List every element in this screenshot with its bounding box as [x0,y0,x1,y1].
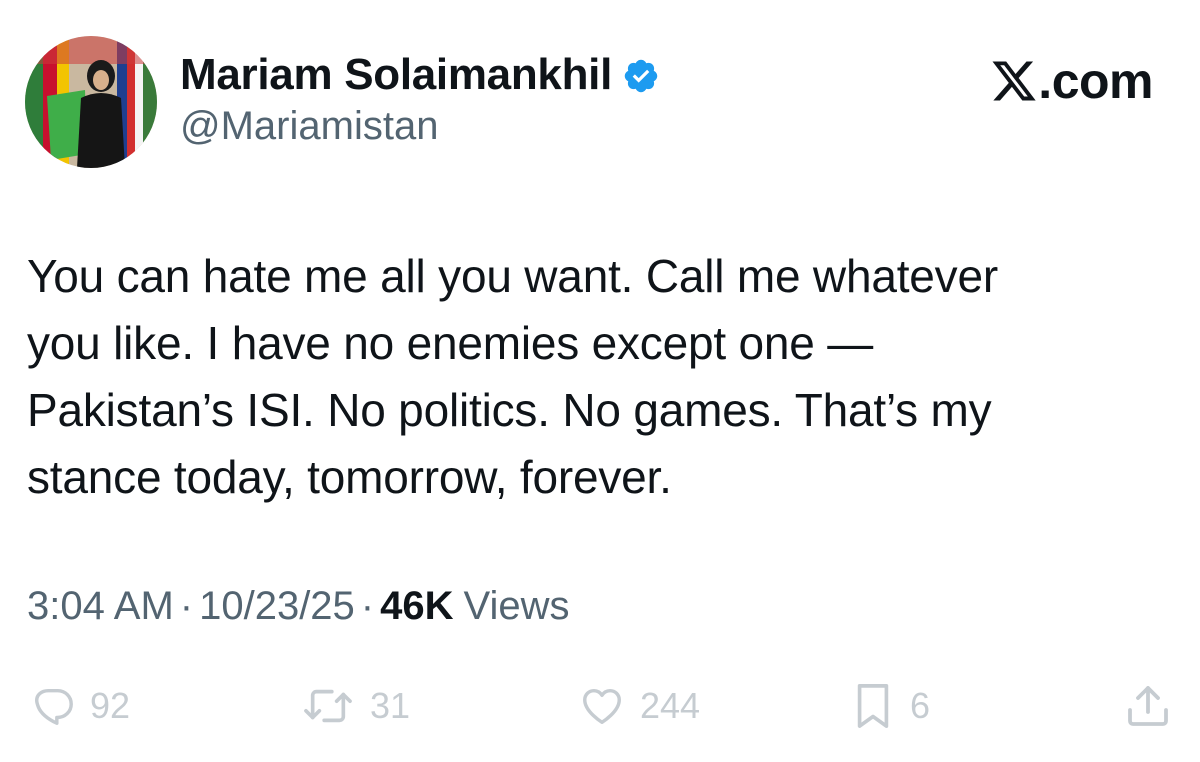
views-count: 46K [380,584,454,628]
heart-icon [583,688,621,725]
meta-separator: · [179,584,194,628]
action-bar: 92 31 244 6 [0,676,1200,736]
meta-separator: · [360,584,375,628]
share-button[interactable] [1124,676,1172,736]
views-label: Views [463,584,570,628]
like-button[interactable]: 244 [578,676,700,736]
tweet-line: Pakistan’s ISI. No politics. No games. T… [27,384,992,436]
display-name-text[interactable]: Mariam Solaimankhil [180,50,612,100]
bookmark-count: 6 [910,685,931,726]
x-logo-icon [990,57,1038,105]
bookmark-button[interactable]: 6 [850,676,930,736]
repost-count: 31 [370,685,411,726]
tweet-line: you like. I have no enemies except one — [27,317,874,369]
tweet-body: You can hate me all you want. Call me wh… [27,243,1157,511]
avatar[interactable] [25,36,157,168]
verified-badge-icon [622,56,660,94]
user-handle[interactable]: @Mariamistan [180,104,438,149]
tweet-meta: 3:04 AM · 10/23/25 · 46K Views [27,584,570,629]
tweet-card: Mariam Solaimankhil @Mariamistan .com Yo… [0,0,1200,762]
tweet-date[interactable]: 10/23/25 [199,584,355,629]
tweet-line: You can hate me all you want. Call me wh… [27,250,998,302]
like-count: 244 [640,685,701,726]
brand-text: .com [1038,53,1153,109]
reply-icon [34,688,73,725]
repost-button[interactable]: 31 [300,676,410,736]
bookmark-icon [857,684,889,728]
share-icon [1128,686,1168,726]
reply-button[interactable]: 92 [30,676,130,736]
tweet-time[interactable]: 3:04 AM [27,584,174,629]
tweet-line: stance today, tomorrow, forever. [27,451,672,503]
display-name[interactable]: Mariam Solaimankhil [180,50,660,100]
brand-logo: .com [990,56,1153,106]
avatar-image [25,36,157,168]
reply-count: 92 [90,685,131,726]
repost-icon [304,689,352,723]
